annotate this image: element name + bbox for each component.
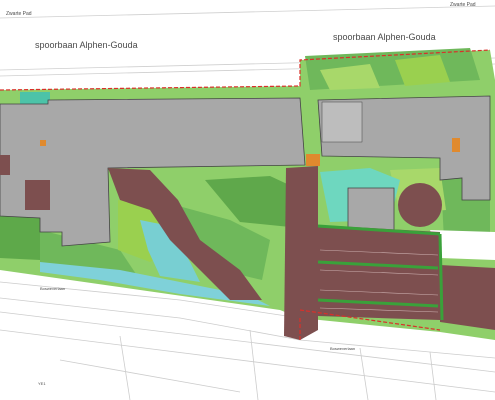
- site-plan-map: Zwarte Pad Zwarte Pad spoorbaan Alphen-G…: [0, 0, 495, 400]
- label-railway-left: spoorbaan Alphen-Gouda: [35, 40, 138, 50]
- label-railway-right: spoorbaan Alphen-Gouda: [333, 32, 436, 42]
- label-street-right: Bosweverlaan: [330, 346, 355, 351]
- east-building-rooftop: [321, 101, 363, 143]
- label-top-left: Zwarte Pad: [6, 11, 32, 17]
- label-street-left: Bosweverlaan: [40, 286, 65, 291]
- label-corner-code: YE1: [38, 381, 46, 386]
- small-building: [347, 187, 395, 233]
- label-top-right: Zwarte Pad: [450, 2, 476, 8]
